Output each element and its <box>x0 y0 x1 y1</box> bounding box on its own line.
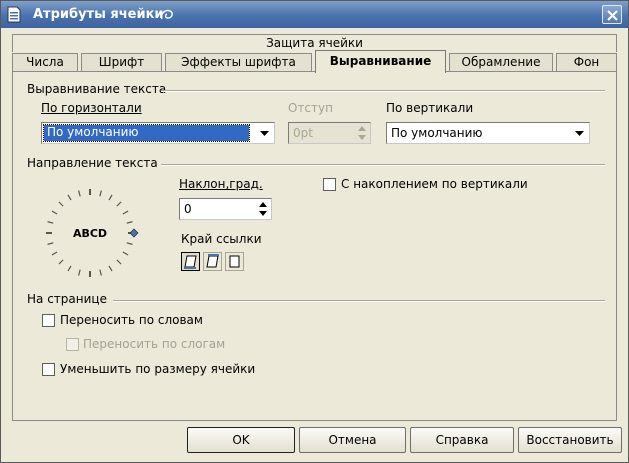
dial-tick <box>108 194 113 201</box>
dial-tick <box>122 210 129 215</box>
stacked-vertical-checkbox[interactable] <box>323 178 336 191</box>
rotation-dial[interactable]: ABCD <box>35 182 145 282</box>
ok-button[interactable]: OK <box>187 427 295 453</box>
horizontal-align-value: По умолчанию <box>43 124 250 142</box>
cancel-button[interactable]: Отмена <box>299 427 406 453</box>
angle-value: 0 <box>184 202 192 216</box>
dial-tick <box>99 190 102 197</box>
tab-borders[interactable]: Обрамление <box>449 53 553 71</box>
edge-top-icon <box>206 254 219 268</box>
close-icon <box>607 10 618 21</box>
indent-value: 0pt <box>293 126 313 140</box>
horizontal-align-select[interactable]: По умолчанию <box>41 122 275 144</box>
dial-tick <box>78 269 81 276</box>
dial-tick <box>47 221 54 224</box>
alignment-panel: Выравнивание текста По горизонтали По ум… <box>12 71 617 421</box>
indent-label: Отступ <box>288 101 333 115</box>
close-button[interactable] <box>602 5 622 24</box>
horizontal-label: По горизонтали <box>41 101 142 115</box>
spin-up-icon[interactable] <box>256 200 270 209</box>
tab-background[interactable]: Фон <box>556 53 617 71</box>
swirl-icon <box>160 9 173 20</box>
spin-up-icon[interactable] <box>355 124 369 133</box>
edge-inside-button[interactable] <box>225 252 244 271</box>
edge-top-button[interactable] <box>203 252 222 271</box>
dial-tick <box>116 259 122 265</box>
alignment-divider <box>161 90 605 92</box>
hyphenation-label: Переносить по слогам <box>83 337 226 351</box>
reset-button[interactable]: Восстановить <box>518 427 622 453</box>
edge-inside-icon <box>229 255 240 268</box>
dial-tick <box>67 194 72 201</box>
dial-tick <box>108 265 113 272</box>
vertical-align-value: По умолчанию <box>391 126 483 140</box>
tab-numbers[interactable]: Числа <box>12 53 78 71</box>
cell-attributes-dialog: Атрибуты ячейки Защита ячейки Числа Шриф… <box>0 0 629 463</box>
page-divider <box>113 300 605 302</box>
hyphenation-checkbox[interactable] <box>66 338 79 351</box>
help-button[interactable]: Справка <box>410 427 514 453</box>
document-icon <box>7 6 21 23</box>
dial-tick <box>116 201 122 207</box>
vertical-label: По вертикали <box>386 101 474 115</box>
reference-edge-label: Край ссылки <box>181 232 262 246</box>
dial-handle-icon[interactable] <box>129 228 139 238</box>
title-bar[interactable]: Атрибуты ячейки <box>1 1 628 28</box>
page-group-title: На странице <box>27 292 107 306</box>
dial-tick <box>58 259 64 265</box>
dial-tick <box>47 242 54 245</box>
tab-font-effects[interactable]: Эффекты шрифта <box>165 53 312 71</box>
chevron-down-icon[interactable] <box>571 124 588 142</box>
shrink-to-fit-label: Уменьшить по размеру ячейки <box>60 362 256 376</box>
wrap-words-checkbox[interactable] <box>42 314 55 327</box>
dial-tick <box>51 251 58 256</box>
chevron-down-icon[interactable] <box>256 124 273 142</box>
alignment-group-title: Выравнивание текста <box>27 82 167 96</box>
dial-tick <box>122 251 129 256</box>
direction-group-title: Направление текста <box>27 156 158 170</box>
tab-font[interactable]: Шрифт <box>81 53 162 71</box>
dialog-footer: OK Отмена Справка Восстановить <box>1 424 628 463</box>
wrap-words-label: Переносить по словам <box>60 313 203 327</box>
spin-down-icon[interactable] <box>355 133 369 142</box>
dial-tick <box>126 221 133 224</box>
angle-label: Наклон,град. <box>179 177 263 191</box>
edge-bottom-button[interactable] <box>181 252 200 271</box>
vertical-align-select[interactable]: По умолчанию <box>386 122 590 144</box>
dial-tick <box>67 265 72 272</box>
stacked-vertical-label: С накоплением по вертикали <box>341 177 528 191</box>
spin-down-icon[interactable] <box>256 209 270 218</box>
indent-spinner[interactable]: 0pt <box>288 122 371 144</box>
shrink-to-fit-checkbox[interactable] <box>42 363 55 376</box>
edge-bottom-icon <box>184 255 197 269</box>
direction-divider <box>161 164 605 166</box>
dial-tick <box>51 210 58 215</box>
dial-tick <box>126 242 133 245</box>
window-title: Атрибуты ячейки <box>33 7 164 22</box>
tab-alignment[interactable]: Выравнивание <box>315 50 446 73</box>
dial-tick <box>58 201 64 207</box>
dial-sample-text: ABCD <box>73 227 107 240</box>
angle-spinner[interactable]: 0 <box>179 198 272 220</box>
dial-tick <box>99 269 102 276</box>
dial-tick <box>78 190 81 197</box>
